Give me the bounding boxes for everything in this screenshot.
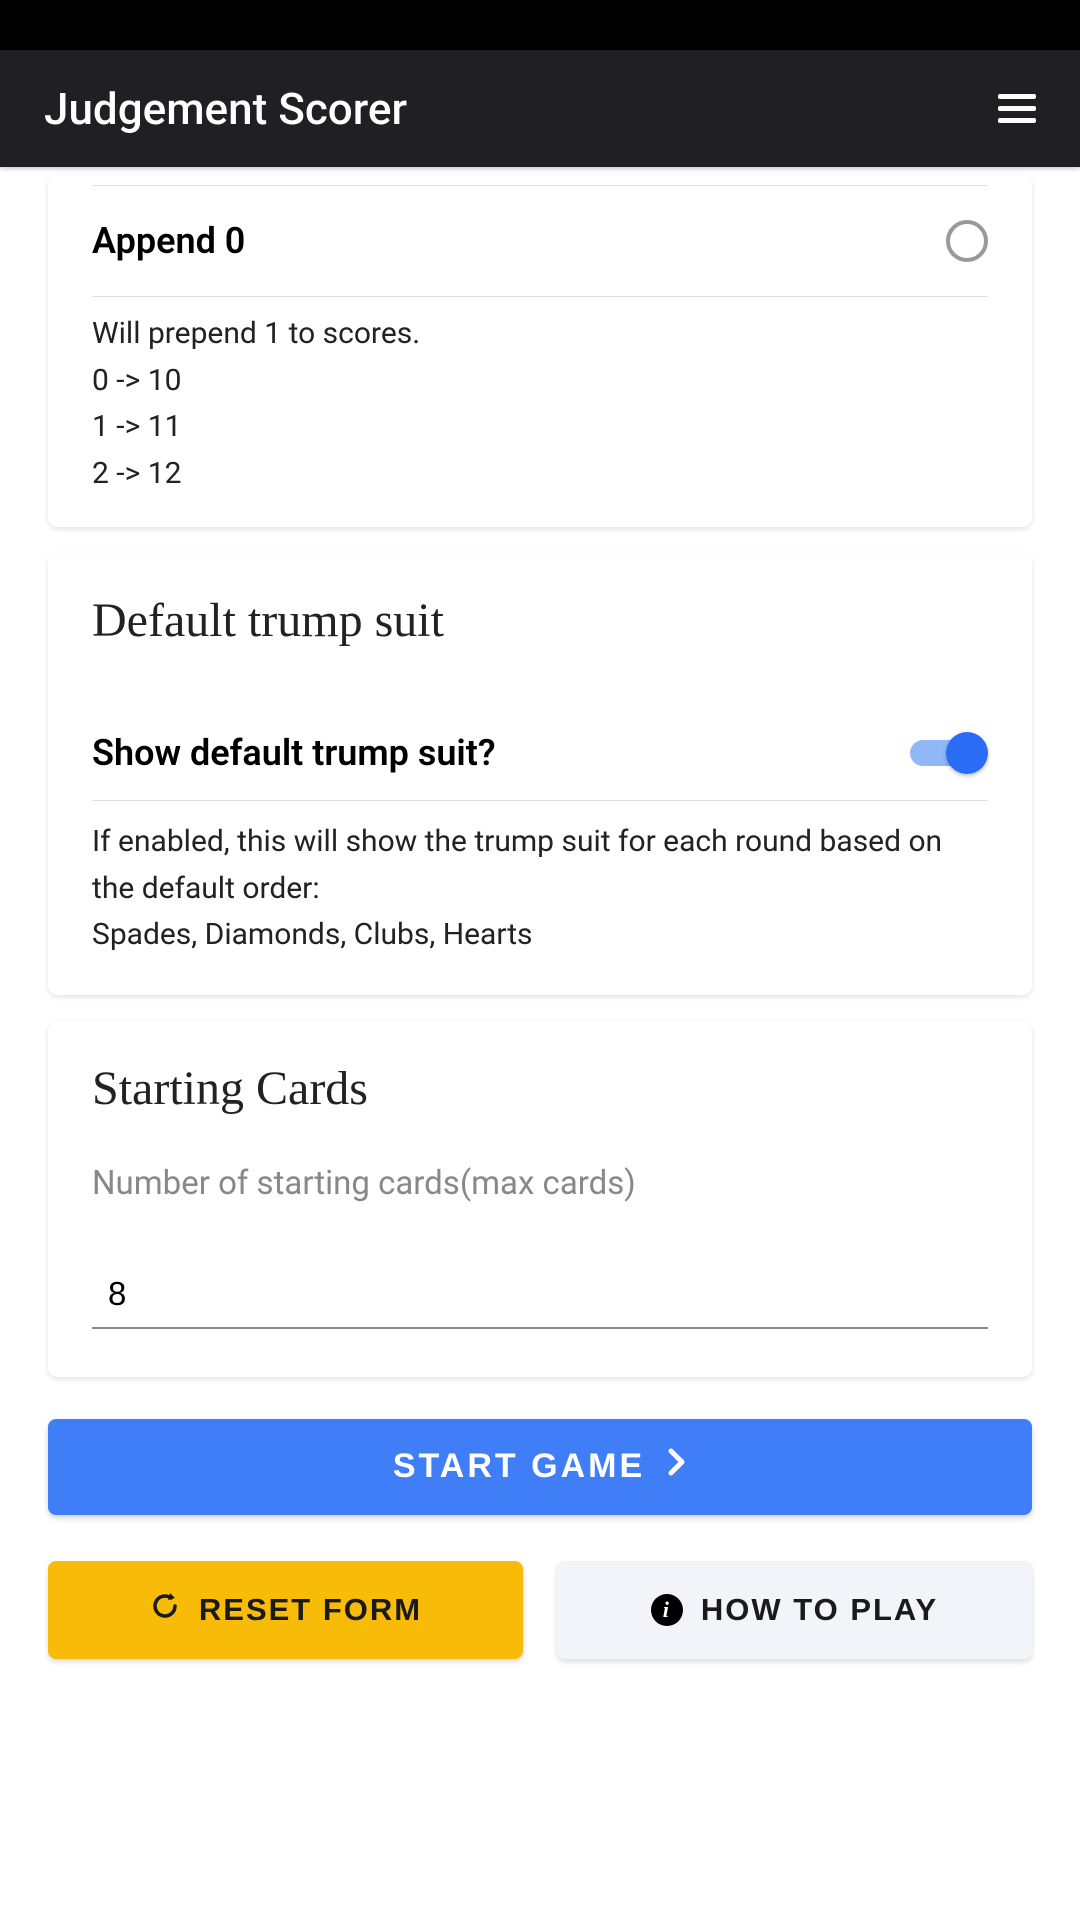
start-game-label: START GAME: [393, 1447, 645, 1486]
secondary-button-row: RESET FORM i HOW TO PLAY: [48, 1561, 1032, 1659]
starting-cards-card: Starting Cards Number of starting cards(…: [48, 1021, 1032, 1377]
start-game-button[interactable]: START GAME: [48, 1419, 1032, 1515]
reset-form-button[interactable]: RESET FORM: [48, 1561, 523, 1659]
append-example-1: 1 -> 11: [92, 404, 988, 451]
append-label: Append 0: [92, 220, 245, 262]
append-helper: Will prepend 1 to scores. 0 -> 10 1 -> 1…: [92, 296, 988, 497]
append-radio[interactable]: [946, 220, 988, 262]
how-to-play-label: HOW TO PLAY: [701, 1592, 938, 1628]
trump-helper-line2: Spades, Diamonds, Clubs, Hearts: [92, 912, 988, 959]
trump-helper-line1: If enabled, this will show the trump sui…: [92, 819, 988, 912]
trump-toggle-switch[interactable]: [910, 728, 988, 778]
trump-toggle-label: Show default trump suit?: [92, 732, 496, 774]
menu-icon[interactable]: [998, 94, 1036, 123]
append-example-0: 0 -> 10: [92, 358, 988, 405]
refresh-icon: [149, 1590, 181, 1630]
append-example-2: 2 -> 12: [92, 451, 988, 498]
trump-section-title: Default trump suit: [92, 553, 988, 648]
chevron-right-icon: [667, 1447, 687, 1486]
append-helper-intro: Will prepend 1 to scores.: [92, 311, 988, 358]
append-option-row: Append 0: [92, 185, 988, 296]
starting-section-title: Starting Cards: [92, 1021, 988, 1164]
starting-cards-input[interactable]: [92, 1267, 988, 1329]
starting-field-label: Number of starting cards(max cards): [92, 1164, 988, 1267]
app-bar: Judgement Scorer: [0, 50, 1080, 167]
main-content: Append 0 Will prepend 1 to scores. 0 -> …: [0, 167, 1080, 1659]
app-title: Judgement Scorer: [44, 83, 407, 135]
how-to-play-button[interactable]: i HOW TO PLAY: [557, 1561, 1032, 1659]
trump-card: Default trump suit Show default trump su…: [48, 553, 1032, 995]
scoring-card: Append 0 Will prepend 1 to scores. 0 -> …: [48, 175, 1032, 527]
reset-form-label: RESET FORM: [199, 1592, 422, 1628]
info-icon: i: [651, 1594, 683, 1626]
status-bar: [0, 0, 1080, 50]
trump-helper: If enabled, this will show the trump sui…: [92, 800, 988, 959]
